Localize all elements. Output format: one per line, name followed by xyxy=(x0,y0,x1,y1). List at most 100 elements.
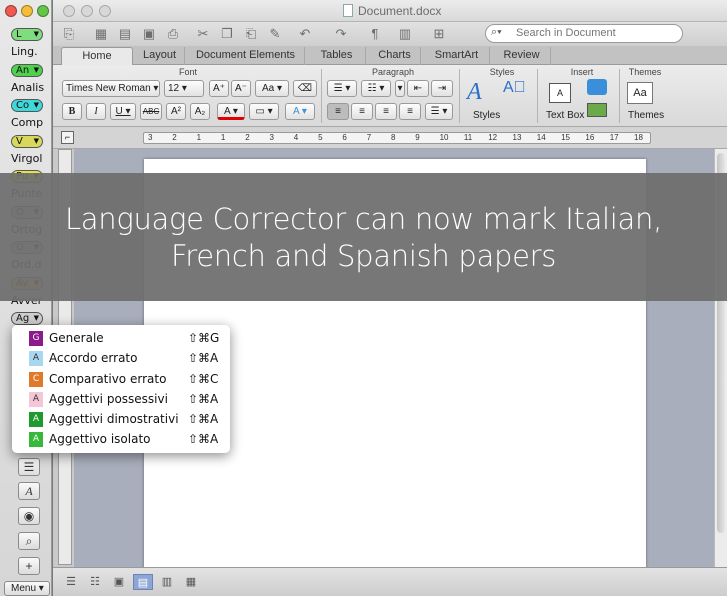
menu-item-shortcut: ⇧⌘A xyxy=(188,412,219,427)
ruler-bar[interactable]: 3 2 1 1 2 3 4 5 6 7 8 9 10 11 12 13 14 15 16 17 18 xyxy=(143,132,651,144)
sidebar-icon[interactable]: ▥ xyxy=(397,26,413,42)
subscript-button[interactable]: A₂ xyxy=(190,103,210,120)
tab-document-elements[interactable]: Document Elements xyxy=(187,47,305,65)
doc-zoom-button[interactable] xyxy=(99,5,111,17)
align-center-button[interactable]: ≡ xyxy=(351,103,373,120)
change-case-button[interactable]: Aa ▾ xyxy=(255,80,289,97)
copy-icon[interactable]: ❐ xyxy=(219,26,235,42)
close-window-button[interactable] xyxy=(5,5,17,17)
italic-button[interactable]: I xyxy=(86,103,106,120)
numbering-button[interactable]: ☷ ▾ xyxy=(361,80,391,97)
increase-indent-button[interactable]: ⇥ xyxy=(431,80,453,97)
tab-smartart[interactable]: SmartArt xyxy=(424,47,490,65)
picture-icon[interactable] xyxy=(587,103,607,117)
ruler-tick-label: 7 xyxy=(366,133,372,142)
tab-charts[interactable]: Charts xyxy=(369,47,421,65)
line-spacing-button[interactable]: ☰ ▾ xyxy=(425,103,453,120)
justify-button[interactable]: ≡ xyxy=(399,103,421,120)
zoom-icon[interactable]: ⊞ xyxy=(431,26,447,42)
new-document-icon[interactable]: ⎘ xyxy=(61,26,77,42)
bullets-button[interactable]: ☰ ▾ xyxy=(327,80,357,97)
tab-stop-selector[interactable]: ⌐ xyxy=(61,131,74,144)
menu-item[interactable]: A Accordo errato ⇧⌘A xyxy=(12,349,230,369)
align-right-button[interactable]: ≡ xyxy=(375,103,397,120)
redo-icon[interactable]: ↷ xyxy=(333,26,349,42)
ribbon-separator xyxy=(537,69,538,123)
publishing-view-button[interactable]: ▣ xyxy=(109,574,129,590)
styles-gallery-icon[interactable]: A xyxy=(467,79,493,107)
list-tool-button[interactable]: ☰ xyxy=(18,458,40,476)
menu-button[interactable]: Menu ▾ xyxy=(4,581,50,596)
grow-font-button[interactable]: A⁺ xyxy=(209,80,229,97)
undo-icon[interactable]: ↶ xyxy=(297,26,313,42)
shape-icon[interactable] xyxy=(587,79,607,95)
doc-close-button[interactable] xyxy=(63,5,75,17)
globe-tool-button[interactable]: ◉ xyxy=(18,507,40,525)
announcement-banner: Language Corrector can now mark Italian,… xyxy=(0,173,727,301)
palette-category-pill[interactable]: L xyxy=(11,28,43,41)
palette-category-label: Ling. xyxy=(11,45,38,58)
doc-minimize-button[interactable] xyxy=(81,5,93,17)
decrease-indent-button[interactable]: ⇤ xyxy=(407,80,429,97)
palette-category-pill[interactable]: Ag xyxy=(11,312,43,325)
document-icon xyxy=(343,4,353,17)
ruler-tick-label: 17 xyxy=(609,133,619,142)
font-name-select[interactable]: Times New Roman ▾ xyxy=(62,80,160,97)
search-input[interactable] xyxy=(516,27,676,39)
category-swatch: A xyxy=(29,412,43,428)
tab-tables[interactable]: Tables xyxy=(308,47,366,65)
text-styles-icon[interactable]: A⃝ xyxy=(503,79,526,101)
format-painter-icon[interactable]: ✎ xyxy=(267,26,283,42)
tab-layout[interactable]: Layout xyxy=(135,47,185,65)
tab-review[interactable]: Review xyxy=(493,47,551,65)
menu-item[interactable]: C Comparativo errato ⇧⌘C xyxy=(12,370,230,390)
italic-a-tool-button[interactable]: A xyxy=(18,482,40,500)
shrink-font-button[interactable]: A⁻ xyxy=(231,80,251,97)
outline-view-button[interactable]: ☷ xyxy=(85,574,105,590)
minimize-window-button[interactable] xyxy=(21,5,33,17)
text-box-icon[interactable]: A xyxy=(549,83,571,103)
cut-icon[interactable]: ✂ xyxy=(195,26,211,42)
menu-item[interactable]: G Generale ⇧⌘G xyxy=(12,329,230,349)
menu-item[interactable]: A Aggettivo isolato ⇧⌘A xyxy=(12,430,230,450)
ruler-tick-label: 1 xyxy=(220,133,226,142)
superscript-button[interactable]: A² xyxy=(166,103,186,120)
open-folder-icon[interactable]: ▤ xyxy=(117,26,133,42)
paste-icon[interactable]: ⎗ xyxy=(243,26,259,42)
print-layout-view-button[interactable]: ▤ xyxy=(133,574,153,590)
menu-item-shortcut: ⇧⌘A xyxy=(188,351,219,366)
menu-item-label: Aggettivo isolato xyxy=(49,432,151,447)
multilevel-button[interactable]: ▾ xyxy=(395,80,405,97)
menu-item[interactable]: A Aggettivi dimostrativi ⇧⌘A xyxy=(12,410,230,430)
strikethrough-button[interactable]: ABC xyxy=(140,103,162,120)
notebook-view-button[interactable]: ▥ xyxy=(157,574,177,590)
palette-category-pill[interactable]: An xyxy=(11,63,43,77)
underline-button[interactable]: U ▾ xyxy=(110,103,136,120)
font-size-select[interactable]: 12 ▾ xyxy=(164,80,204,97)
menu-item[interactable]: A Aggettivi possessivi ⇧⌘A xyxy=(12,390,230,410)
print-icon[interactable]: ⎙ xyxy=(165,26,181,42)
text-effects-button[interactable]: A ▾ xyxy=(285,103,315,120)
font-size-value: 12 xyxy=(168,83,180,94)
zoom-window-button[interactable] xyxy=(37,5,49,17)
font-color-button[interactable]: A ▾ xyxy=(217,103,245,120)
clear-formatting-button[interactable]: ⌫ xyxy=(293,80,317,97)
banner-line-1: Language Corrector can now mark Italian, xyxy=(64,202,663,236)
draft-view-button[interactable]: ☰ xyxy=(61,574,81,590)
align-left-button[interactable]: ≡ xyxy=(327,103,349,120)
save-icon[interactable]: ▣ xyxy=(141,26,157,42)
zoom-tool-button[interactable]: ⌕ xyxy=(18,532,40,550)
ruler-tick-label: 11 xyxy=(463,133,473,142)
pilcrow-icon[interactable]: ¶ xyxy=(367,26,383,42)
gallery-icon[interactable]: ▦ xyxy=(93,26,109,42)
palette-category-pill[interactable]: Co xyxy=(11,99,43,112)
bold-button[interactable]: B xyxy=(62,103,82,120)
focus-view-button[interactable]: ▦ xyxy=(181,574,201,590)
add-tool-button[interactable]: + xyxy=(18,557,40,575)
tab-home[interactable]: Home xyxy=(61,47,133,65)
palette-category-pill[interactable]: V xyxy=(11,134,43,148)
search-field[interactable]: ⌕▾ xyxy=(485,24,683,43)
font-name-value: Times New Roman xyxy=(66,83,151,94)
themes-icon[interactable]: Aa xyxy=(627,82,653,104)
highlight-button[interactable]: ▭ ▾ xyxy=(249,103,279,120)
